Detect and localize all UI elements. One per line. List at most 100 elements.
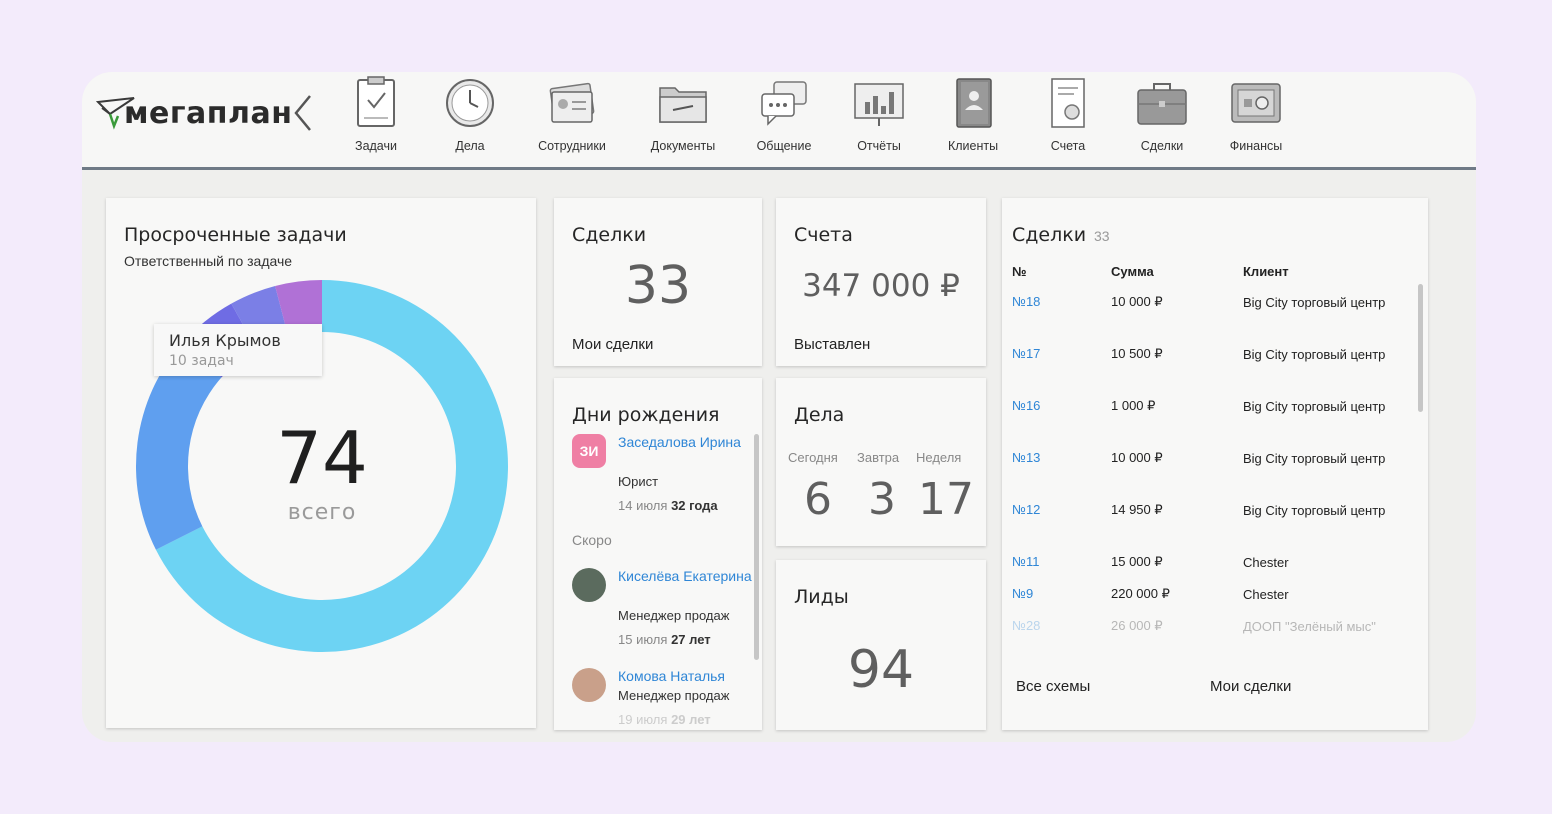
- safe-icon: [1231, 83, 1281, 123]
- id-cards-icon: [549, 82, 595, 123]
- nav-label: Сотрудники: [538, 139, 606, 153]
- tomorrow-count[interactable]: 3: [868, 474, 896, 525]
- deal-sum: 10 000 ₽: [1111, 294, 1163, 309]
- birthday-person: ЗИ Заседалова Ирина Юрист 14 июля 32 год…: [572, 432, 762, 513]
- table-row[interactable]: №9 220 000 ₽ Chester: [1002, 586, 1428, 616]
- week-count[interactable]: 17: [918, 474, 974, 525]
- person-birthday: 15 июля 27 лет: [618, 632, 711, 647]
- invoices-amount: 347 000 ₽: [802, 268, 960, 304]
- birthday-person: Киселёва Екатерина Менеджер продаж 15 ию…: [572, 566, 762, 647]
- card-title: Дела: [794, 404, 845, 426]
- deals-table-card: Сделки 33 № Сумма Клиент №18 10 000 ₽ Bi…: [1002, 198, 1428, 730]
- avatar[interactable]: [572, 568, 606, 602]
- table-row[interactable]: №17 10 500 ₽ Big City торговый центр: [1002, 346, 1428, 394]
- clipboard-check-icon: [357, 76, 395, 127]
- column-header-client[interactable]: Клиент: [1243, 264, 1289, 279]
- table-row[interactable]: №18 10 000 ₽ Big City торговый центр: [1002, 294, 1428, 342]
- tooltip-count: 10 задач: [169, 353, 234, 369]
- nav-item-employees[interactable]: Сотрудники: [526, 74, 618, 162]
- nav-label: Отчёты: [857, 139, 901, 153]
- card-title: Дни рождения: [572, 404, 720, 426]
- birthday-date: 19 июля: [618, 712, 668, 727]
- deal-number-link[interactable]: №28: [1012, 618, 1040, 633]
- nav-item-reports[interactable]: Отчёты: [833, 74, 925, 162]
- column-header-no[interactable]: №: [1012, 264, 1027, 279]
- overdue-tasks-card: Просроченные задачи Ответственный по зад…: [106, 198, 536, 728]
- nav-item-affairs[interactable]: Дела: [424, 74, 516, 162]
- nav-label: Финансы: [1229, 139, 1283, 153]
- deal-sum: 1 000 ₽: [1111, 398, 1156, 413]
- avatar[interactable]: [572, 668, 606, 702]
- folder-icon: [659, 87, 707, 123]
- deals-summary-card[interactable]: Сделки 33 Мои сделки: [554, 198, 762, 366]
- affairs-summary-card[interactable]: Дела Сегодня Завтра Неделя 6 3 17: [776, 378, 986, 546]
- today-count[interactable]: 6: [804, 474, 832, 525]
- brand-name: мегаплан: [124, 96, 293, 131]
- birthday-date: 15 июля: [618, 632, 668, 647]
- my-deals-link[interactable]: Мои сделки: [1210, 678, 1291, 695]
- deal-number-link[interactable]: №12: [1012, 502, 1040, 517]
- deal-sum: 220 000 ₽: [1111, 586, 1170, 601]
- table-scrollbar[interactable]: [1418, 284, 1423, 412]
- deal-client: Big City торговый центр: [1243, 503, 1386, 518]
- deal-client: Chester: [1243, 587, 1289, 602]
- person-name[interactable]: Киселёва Екатерина: [618, 566, 758, 586]
- megaplan-logo[interactable]: мегаплан: [96, 92, 292, 132]
- invoices-summary-card[interactable]: Счета 347 000 ₽ Выставлен: [776, 198, 986, 366]
- today-label: Сегодня: [788, 450, 838, 465]
- all-schemes-link[interactable]: Все схемы: [1016, 678, 1090, 695]
- tooltip-name: Илья Крымов: [169, 331, 281, 350]
- deal-number-link[interactable]: №9: [1012, 586, 1033, 601]
- birthday-age: 29 лет: [671, 712, 711, 727]
- deal-sum: 10 000 ₽: [1111, 450, 1163, 465]
- my-deals-link[interactable]: Мои сделки: [572, 336, 653, 353]
- chart-tooltip: Илья Крымов 10 задач: [154, 324, 322, 376]
- issued-link[interactable]: Выставлен: [794, 336, 870, 353]
- person-birthday: 19 июля 29 лет: [618, 712, 711, 727]
- person-role: Менеджер продаж: [618, 688, 730, 703]
- birthdays-card: Дни рождения ЗИ Заседалова Ирина Юрист 1…: [554, 378, 762, 730]
- deal-number-link[interactable]: №18: [1012, 294, 1040, 309]
- avatar[interactable]: ЗИ: [572, 434, 606, 468]
- nav-item-communication[interactable]: Общение: [738, 74, 830, 162]
- deal-number-link[interactable]: №16: [1012, 398, 1040, 413]
- week-label: Неделя: [916, 450, 962, 465]
- clock-icon: [446, 79, 494, 127]
- back-button[interactable]: [288, 92, 318, 134]
- nav-item-invoices[interactable]: Счета: [1022, 74, 1114, 162]
- deal-client: Big City торговый центр: [1243, 295, 1386, 310]
- table-row[interactable]: №12 14 950 ₽ Big City торговый центр: [1002, 502, 1428, 550]
- table-row[interactable]: №16 1 000 ₽ Big City торговый центр: [1002, 398, 1428, 446]
- nav-item-deals[interactable]: Сделки: [1116, 74, 1208, 162]
- table-row[interactable]: №11 15 000 ₽ Chester: [1002, 554, 1428, 584]
- leads-count: 94: [847, 640, 915, 700]
- tomorrow-label: Завтра: [857, 450, 900, 465]
- person-name[interactable]: Заседалова Ирина: [618, 432, 758, 452]
- leads-summary-card[interactable]: Лиды 94: [776, 560, 986, 730]
- card-title: Счета: [794, 224, 853, 246]
- deal-sum: 15 000 ₽: [1111, 554, 1163, 569]
- deal-client: Big City торговый центр: [1243, 347, 1386, 362]
- card-title: Сделки: [572, 224, 647, 246]
- table-row[interactable]: №28 26 000 ₽ ДООП "Зелёный мыс": [1002, 618, 1428, 638]
- deal-number-link[interactable]: №13: [1012, 450, 1040, 465]
- nav-label: Сделки: [1140, 139, 1184, 153]
- nav-item-documents[interactable]: Документы: [637, 74, 729, 162]
- nav-item-clients[interactable]: Клиенты: [927, 74, 1019, 162]
- app-window: мегаплан Задачи Дела Сотрудники Документ…: [82, 72, 1476, 742]
- card-subtitle: Ответственный по задаче: [124, 253, 293, 269]
- deal-sum: 10 500 ₽: [1111, 346, 1163, 361]
- table-row[interactable]: №13 10 000 ₽ Big City торговый центр: [1002, 450, 1428, 498]
- deal-sum: 26 000 ₽: [1111, 618, 1163, 633]
- nav-item-tasks[interactable]: Задачи: [330, 74, 422, 162]
- deal-number-link[interactable]: №11: [1012, 554, 1039, 569]
- birthdays-scrollbar[interactable]: [754, 434, 759, 660]
- person-name[interactable]: Комова Наталья: [618, 666, 762, 686]
- card-title: Сделки: [1012, 224, 1087, 246]
- donut-total: 74: [276, 416, 368, 500]
- card-title: Лиды: [794, 586, 849, 608]
- person-birthday: 14 июля 32 года: [618, 498, 718, 513]
- column-header-sum[interactable]: Сумма: [1111, 264, 1154, 279]
- nav-item-finance[interactable]: Финансы: [1210, 74, 1302, 162]
- deal-number-link[interactable]: №17: [1012, 346, 1040, 361]
